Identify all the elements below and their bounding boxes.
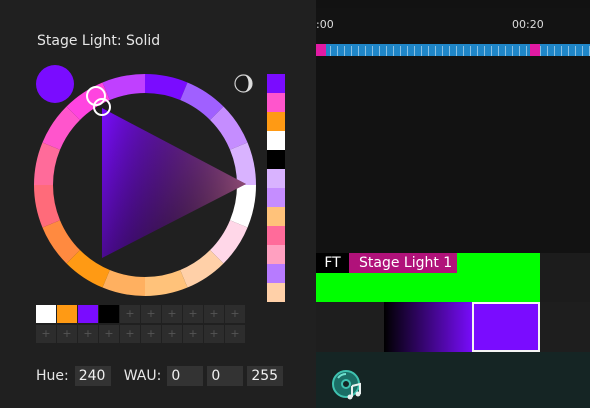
recent-color-swatch[interactable]	[267, 93, 285, 112]
disc-music-icon[interactable]	[330, 367, 364, 401]
wau-input-3[interactable]: 255	[247, 366, 284, 386]
wau-label: WAU:	[123, 368, 162, 384]
palette-row: + + + + + + + + + +	[36, 325, 246, 343]
recent-colors	[267, 74, 285, 302]
recent-color-swatch[interactable]	[267, 264, 285, 283]
palette-swatch[interactable]	[36, 305, 56, 323]
wau-input-1[interactable]: 0	[167, 366, 204, 386]
panel-title: Stage Light: Solid	[37, 33, 161, 49]
palette-row: + + + + + +	[36, 305, 246, 323]
tick-label: :00	[316, 18, 334, 31]
palette-add-slot[interactable]: +	[204, 305, 224, 323]
timeline: :00 00:20 FT Stage Light 1	[316, 0, 590, 408]
range-end-marker[interactable]	[530, 44, 540, 56]
recent-color-swatch[interactable]	[267, 188, 285, 207]
hue-ring-segment[interactable]	[145, 269, 188, 296]
palette: + + + + + + + + + + + + + + + +	[36, 305, 246, 345]
recent-color-swatch[interactable]	[267, 283, 285, 302]
recent-color-swatch[interactable]	[267, 131, 285, 150]
palette-add-slot[interactable]: +	[99, 325, 119, 343]
hue-ring-segment[interactable]	[34, 142, 61, 185]
solid-color-clip[interactable]	[472, 302, 540, 352]
palette-add-slot[interactable]: +	[162, 305, 182, 323]
palette-add-slot[interactable]: +	[183, 305, 203, 323]
gradient-clip[interactable]	[384, 302, 474, 352]
recent-color-swatch[interactable]	[267, 150, 285, 169]
palette-add-slot[interactable]: +	[225, 305, 245, 323]
wau-input-2[interactable]: 0	[207, 366, 244, 386]
palette-add-slot[interactable]: +	[183, 325, 203, 343]
color-controls: Hue: 240 WAU: 0 0 255	[36, 366, 284, 386]
hue-ring-segment[interactable]	[145, 74, 188, 101]
scrub-ticks	[316, 46, 590, 56]
clip-name: Stage Light 1	[349, 253, 457, 273]
recent-color-swatch[interactable]	[267, 226, 285, 245]
time-ruler[interactable]: :00 00:20	[316, 8, 590, 56]
palette-swatch[interactable]	[99, 305, 119, 323]
recent-color-swatch[interactable]	[267, 245, 285, 264]
hue-ring-segment[interactable]	[102, 74, 145, 101]
palette-swatch[interactable]	[78, 305, 98, 323]
hue-ring-segment[interactable]	[34, 185, 61, 228]
tick-label: 00:20	[512, 18, 544, 31]
palette-add-slot[interactable]: +	[78, 325, 98, 343]
recent-color-swatch[interactable]	[267, 74, 285, 93]
hue-label: Hue:	[36, 368, 69, 384]
hue-input[interactable]: 240	[74, 366, 111, 386]
hue-ring-segment[interactable]	[102, 269, 145, 296]
color-wheel[interactable]	[34, 74, 256, 296]
palette-add-slot[interactable]: +	[57, 325, 77, 343]
color-panel: Stage Light: Solid + + + + + + + + + + + + + + + + Hue:…	[0, 0, 316, 408]
range-start-marker[interactable]	[316, 44, 326, 56]
empty-track-area	[540, 253, 590, 302]
palette-add-slot[interactable]: +	[225, 325, 245, 343]
recent-color-swatch[interactable]	[267, 207, 285, 226]
clip-prefix: FT	[316, 253, 349, 273]
palette-add-slot[interactable]: +	[120, 325, 140, 343]
color-track	[316, 302, 590, 352]
palette-add-slot[interactable]: +	[141, 305, 161, 323]
track-footer	[316, 352, 590, 408]
palette-swatch[interactable]	[57, 305, 77, 323]
recent-color-swatch[interactable]	[267, 169, 285, 188]
palette-add-slot[interactable]: +	[162, 325, 182, 343]
palette-add-slot[interactable]: +	[36, 325, 56, 343]
light-clip[interactable]: FT Stage Light 1	[316, 253, 540, 302]
recent-color-swatch[interactable]	[267, 112, 285, 131]
palette-add-slot[interactable]: +	[141, 325, 161, 343]
hue-ring-segment[interactable]	[229, 185, 256, 228]
palette-add-slot[interactable]: +	[120, 305, 140, 323]
scrub-bar[interactable]	[316, 44, 590, 56]
palette-add-slot[interactable]: +	[204, 325, 224, 343]
